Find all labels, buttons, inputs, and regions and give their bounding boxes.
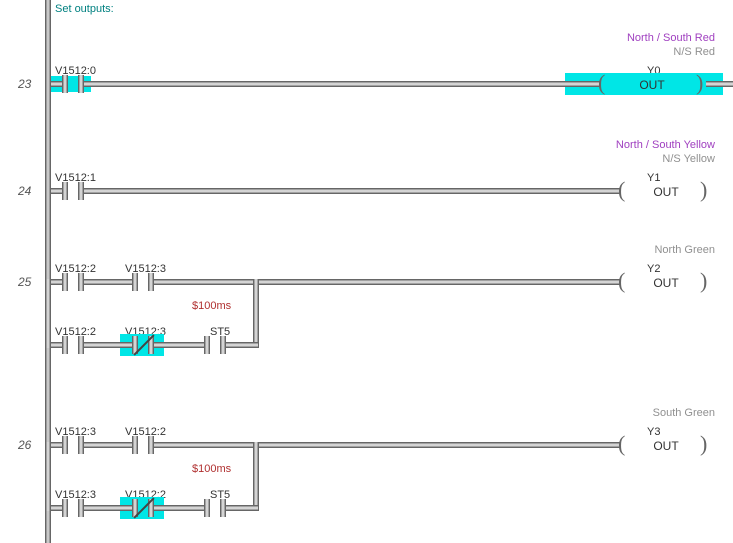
wire [226,342,258,348]
contact-left-bar [204,499,210,517]
wire [84,505,120,511]
contact-left-bar [62,499,68,517]
coil-address: Y2 [647,263,660,275]
coil-close-paren: ) [696,70,703,96]
coil-instruction: OUT [622,78,682,92]
rung-number-23: 23 [18,77,31,91]
rung-number-26: 26 [18,438,31,452]
wire [51,188,62,194]
wire [51,442,62,448]
coil-address: Y1 [647,172,660,184]
coil-nickname: North Green [654,244,715,256]
branch-left-wire [45,279,51,348]
rung-number-25: 25 [18,275,31,289]
coil-nickname: N/S Yellow [662,153,715,165]
wire [84,342,120,348]
wire [154,342,204,348]
coil-open-paren: ( [598,70,605,96]
coil-open-paren: ( [618,177,625,203]
coil-close-paren: ) [700,268,707,294]
branch-left-wire [45,442,51,511]
contact-left-bar [62,336,68,354]
coil-nickname: South Green [653,407,715,419]
wire [51,342,62,348]
wire [84,188,620,194]
coil-instruction: OUT [636,185,696,199]
rung-comment: Set outputs: [55,3,114,15]
wire [154,505,204,511]
wire [51,81,62,87]
wire [565,81,600,87]
wire [154,442,620,448]
wire [120,342,132,348]
wire [226,505,258,511]
coil-instruction: OUT [636,276,696,290]
wire [51,279,62,285]
coil-open-paren: ( [618,268,625,294]
branch-wire [253,442,259,511]
wire [154,279,620,285]
coil-open-paren: ( [618,431,625,457]
coil-description: North / South Yellow [616,139,715,151]
wire [706,81,733,87]
wire [84,442,132,448]
contact-left-bar [62,75,68,93]
rung-number-24: 24 [18,184,31,198]
contact-left-bar [62,436,68,454]
coil-close-paren: ) [700,177,707,203]
timer-value: $100ms [192,463,231,475]
contact-left-bar [132,273,138,291]
wire [120,505,132,511]
coil-instruction: OUT [636,439,696,453]
contact-left-bar [62,182,68,200]
wire [84,279,132,285]
wire [84,81,600,87]
coil-nickname: N/S Red [673,46,715,58]
timer-value: $100ms [192,300,231,312]
wire [51,505,62,511]
branch-wire [253,279,259,348]
contact-left-bar [132,436,138,454]
coil-close-paren: ) [700,431,707,457]
coil-description: North / South Red [627,32,715,44]
contact-left-bar [62,273,68,291]
contact-left-bar [204,336,210,354]
coil-address: Y3 [647,426,660,438]
